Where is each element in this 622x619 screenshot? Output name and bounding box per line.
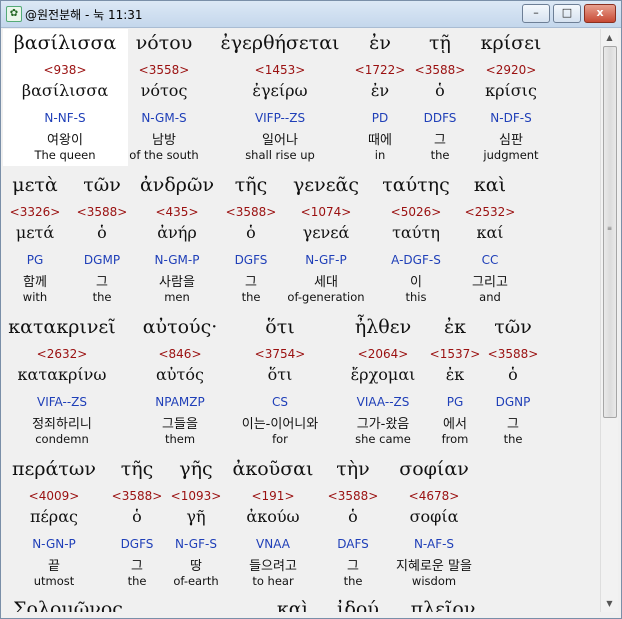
maximize-button[interactable]: □ <box>553 4 581 23</box>
word-greek-partial[interactable]: Σολομῶνος <box>3 598 138 612</box>
word-korean: 심판 <box>499 133 523 148</box>
word-morphology: DGNP <box>495 395 531 409</box>
word-strong-number[interactable]: <2920> <box>441 63 581 77</box>
scroll-thumb[interactable]: ≡ <box>603 46 617 418</box>
app-window: ✿ @원전분해 - 눅 11:31 – □ x βασίλισσα <938> βα… <box>0 0 622 619</box>
word-korean: 그리고 <box>472 275 508 290</box>
word-english: wisdom <box>411 574 457 588</box>
word-lemma: καί <box>476 223 504 242</box>
word-morphology: N-AF-S <box>413 537 455 551</box>
word-strong-number[interactable]: <2532> <box>420 205 560 219</box>
word-greek[interactable]: καὶ <box>420 174 560 196</box>
word-greek-partial[interactable]: πλεῖον <box>373 598 513 612</box>
word-english: the <box>503 432 523 446</box>
word-greek[interactable]: κρίσει <box>441 32 581 54</box>
word-english: and <box>479 290 501 304</box>
word-strong-number[interactable]: <3588> <box>443 347 583 361</box>
word-english: judgment <box>483 148 539 162</box>
app-icon: ✿ <box>6 6 22 22</box>
close-button[interactable]: x <box>584 4 616 23</box>
word-greek[interactable]: σοφίαν <box>364 458 504 480</box>
vertical-scrollbar[interactable]: ▲ ≡ ▼ <box>600 29 618 612</box>
word-lemma: σοφία <box>409 507 459 526</box>
scroll-up-arrow-icon[interactable]: ▲ <box>601 29 618 46</box>
minimize-button[interactable]: – <box>522 4 550 23</box>
word-korean: 그 <box>507 417 519 432</box>
interlinear-view[interactable]: βασίλισσα <938> βασίλισσα N-NF-S 여왕이 The quee… <box>3 29 599 612</box>
word-strong-number[interactable]: <4678> <box>364 489 504 503</box>
grip-icon: ≡ <box>607 225 613 232</box>
word-morphology: N-DF-S <box>490 111 532 125</box>
title-bar[interactable]: ✿ @원전분해 - 눅 11:31 – □ x <box>1 1 621 28</box>
window-title: @원전분해 - 눅 11:31 <box>25 8 143 22</box>
scroll-down-arrow-icon[interactable]: ▼ <box>601 595 618 612</box>
word-morphology: CC <box>481 253 499 267</box>
word-greek[interactable]: τῶν <box>443 316 583 338</box>
word-lemma: κρίσις <box>485 81 537 100</box>
word-korean: 지혜로운 말을 <box>396 559 472 574</box>
word-lemma: ὁ <box>508 365 518 384</box>
